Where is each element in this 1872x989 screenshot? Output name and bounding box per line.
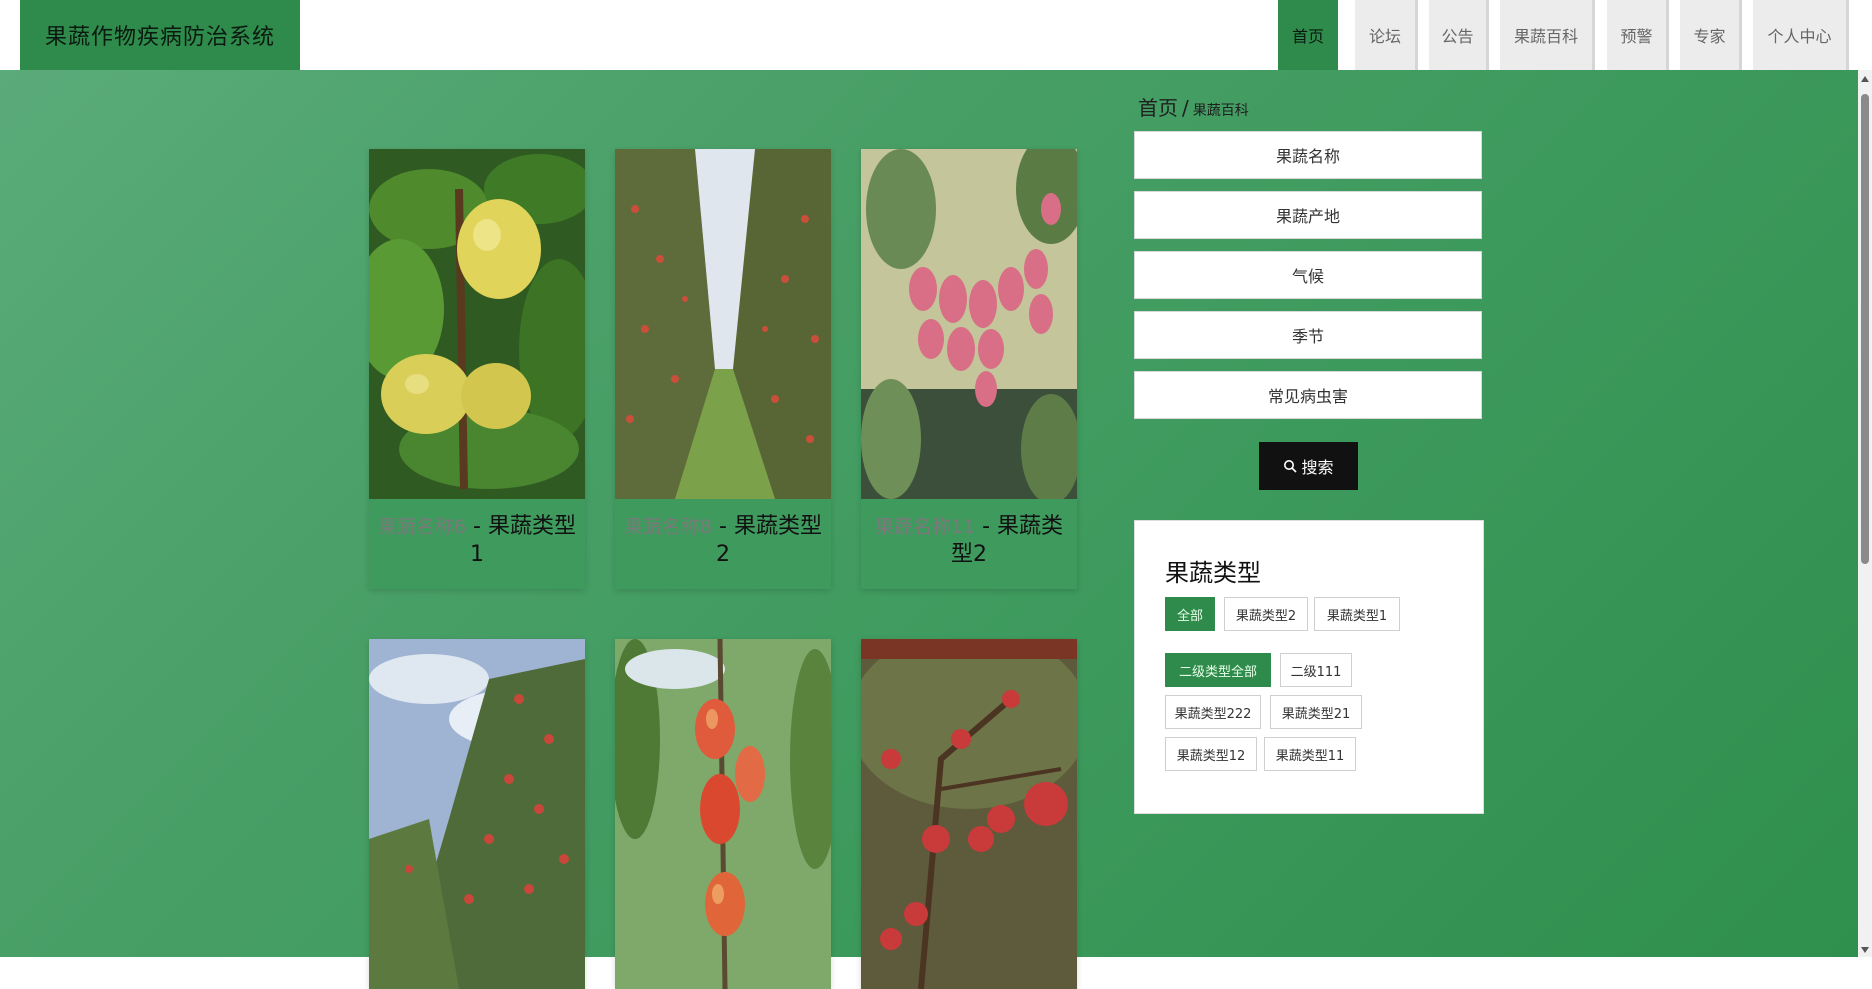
types-title: 果蔬类型 xyxy=(1165,559,1261,587)
product-photo-apple-trees[interactable] xyxy=(369,639,585,989)
caption-separator: - xyxy=(712,514,734,539)
search-pests-input[interactable]: 常见病虫害 xyxy=(1134,371,1482,419)
top-header: 果蔬作物疾病防治系统 首页 论坛 公告 果蔬百科 预警 专家 个人中心 xyxy=(0,0,1872,70)
type-tag[interactable]: 果蔬类型1 xyxy=(1314,597,1400,631)
product-photo-peaches[interactable] xyxy=(615,639,831,989)
product-card[interactable]: 果蔬名称11 - 果蔬类型2 xyxy=(861,149,1077,589)
subtype-tag[interactable]: 果蔬类型12 xyxy=(1165,737,1257,771)
search-button[interactable]: 搜索 xyxy=(1259,442,1358,490)
product-card[interactable]: 果蔬名称6 - 果蔬类型1 xyxy=(369,149,585,589)
nav-experts[interactable]: 专家 xyxy=(1680,0,1742,70)
nav-profile[interactable]: 个人中心 xyxy=(1753,0,1849,70)
product-name: 果蔬名称11 xyxy=(874,516,976,538)
product-photo-red-apples[interactable] xyxy=(861,639,1077,989)
nav-warning[interactable]: 预警 xyxy=(1607,0,1669,70)
site-brand[interactable]: 果蔬作物疾病防治系统 xyxy=(20,0,300,70)
subtype-tag[interactable]: 二级111 xyxy=(1280,653,1352,687)
nav-home[interactable]: 首页 xyxy=(1278,0,1338,70)
nav-encyclopedia[interactable]: 果蔬百科 xyxy=(1500,0,1595,70)
search-origin-input[interactable]: 果蔬产地 xyxy=(1134,191,1482,239)
caption-separator: - xyxy=(466,514,488,539)
search-climate-input[interactable]: 气候 xyxy=(1134,251,1482,299)
type-tag-all[interactable]: 全部 xyxy=(1165,597,1215,631)
product-card[interactable] xyxy=(369,639,585,989)
breadcrumb-current: 果蔬百科 xyxy=(1192,103,1249,119)
scroll-down-arrow-icon[interactable] xyxy=(1861,947,1869,953)
product-photo-berries[interactable] xyxy=(861,149,1077,499)
vertical-scrollbar[interactable] xyxy=(1858,70,1872,957)
breadcrumb-home[interactable]: 首页 xyxy=(1138,96,1178,120)
breadcrumb-separator: / xyxy=(1182,96,1189,120)
types-panel: 果蔬类型 全部 果蔬类型2 果蔬类型1 二级类型全部 二级111 果蔬类型222… xyxy=(1134,520,1484,814)
product-card[interactable]: 果蔬名称8 - 果蔬类型2 xyxy=(615,149,831,589)
nav-announcements[interactable]: 公告 xyxy=(1429,0,1489,70)
product-name: 果蔬名称6 xyxy=(377,516,467,538)
subtype-tag[interactable]: 果蔬类型222 xyxy=(1165,695,1261,729)
scroll-up-arrow-icon[interactable] xyxy=(1861,76,1869,82)
product-photo-pears[interactable] xyxy=(369,149,585,499)
product-card[interactable] xyxy=(615,639,831,989)
search-button-label: 搜索 xyxy=(1301,458,1334,477)
breadcrumb: 首页 / 果蔬百科 xyxy=(1138,92,1249,121)
subtype-tag[interactable]: 果蔬类型11 xyxy=(1264,737,1356,771)
product-card[interactable] xyxy=(861,639,1077,989)
product-caption[interactable]: 果蔬名称6 - 果蔬类型1 xyxy=(369,499,585,589)
search-season-input[interactable]: 季节 xyxy=(1134,311,1482,359)
product-photo-orchard[interactable] xyxy=(615,149,831,499)
type-tag[interactable]: 果蔬类型2 xyxy=(1224,597,1308,631)
scroll-thumb[interactable] xyxy=(1861,94,1869,564)
search-icon xyxy=(1284,460,1298,473)
product-caption[interactable]: 果蔬名称11 - 果蔬类型2 xyxy=(861,499,1077,589)
product-name: 果蔬名称8 xyxy=(623,516,713,538)
main-content: 果蔬名称6 - 果蔬类型1 果蔬名称8 - 果蔬类型2 果蔬名称11 - 果蔬类… xyxy=(0,70,1858,989)
search-name-input[interactable]: 果蔬名称 xyxy=(1134,131,1482,179)
nav-forum[interactable]: 论坛 xyxy=(1355,0,1418,70)
product-caption[interactable]: 果蔬名称8 - 果蔬类型2 xyxy=(615,499,831,589)
caption-separator: - xyxy=(975,514,998,539)
subtype-tag[interactable]: 果蔬类型21 xyxy=(1270,695,1362,729)
subtype-tag-all[interactable]: 二级类型全部 xyxy=(1165,653,1271,687)
